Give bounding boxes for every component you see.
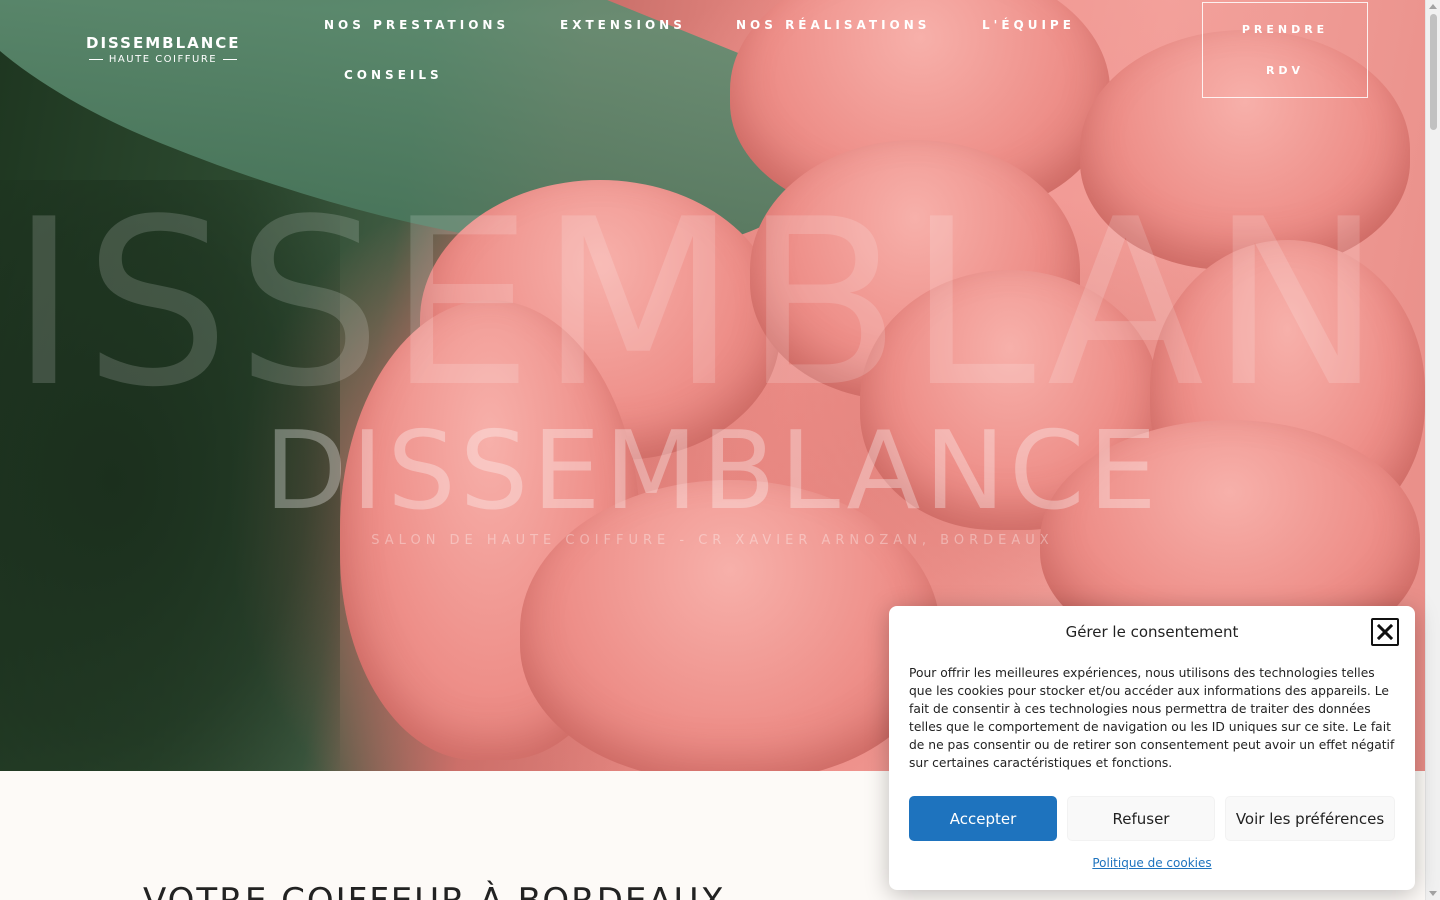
book-appointment-button[interactable]: PRENDRE RDV	[1202, 2, 1368, 98]
nav-item-extensions[interactable]: EXTENSIONS	[560, 18, 686, 32]
nav-item-nos-prestations[interactable]: NOS PRESTATIONS	[324, 18, 509, 32]
scrollbar-thumb[interactable]	[1430, 14, 1437, 130]
close-icon	[1377, 624, 1393, 640]
nav-item-conseils[interactable]: CONSEILS	[344, 68, 443, 82]
refuse-cookies-button[interactable]: Refuser	[1067, 796, 1215, 841]
cookie-consent-dialog: Gérer le consentement Pour offrir les me…	[889, 606, 1415, 890]
hero-title: DISSEMBLANCE	[264, 409, 1161, 534]
book-appointment-label-line1: PRENDRE	[1241, 23, 1329, 36]
logo-main-text: DISSEMBLANCE	[86, 34, 241, 52]
cookie-policy-link[interactable]: Politique de cookies	[889, 856, 1415, 870]
hero-watermark-text: ISSEMBLAN	[10, 171, 1389, 438]
page-scrollbar[interactable]	[1425, 0, 1440, 900]
view-preferences-button[interactable]: Voir les préférences	[1225, 796, 1395, 841]
book-appointment-label-line2: RDV	[1265, 64, 1305, 77]
scroll-down-arrow-icon[interactable]	[1429, 891, 1437, 896]
hero-subtitle: SALON DE HAUTE COIFFURE - CR XAVIER ARNO…	[371, 533, 1054, 548]
logo-sub-text: HAUTE COIFFURE	[86, 54, 240, 65]
section-heading: VOTRE COIFFEUR À BORDEAUX	[143, 884, 726, 900]
accept-cookies-button[interactable]: Accepter	[909, 796, 1057, 841]
site-logo[interactable]: DISSEMBLANCE HAUTE COIFFURE	[86, 34, 240, 65]
scroll-up-arrow-icon[interactable]	[1429, 4, 1437, 9]
nav-item-equipe[interactable]: L'ÉQUIPE	[982, 18, 1075, 32]
nav-item-nos-realisations[interactable]: NOS RÉALISATIONS	[736, 18, 930, 32]
cookie-dialog-text: Pour offrir les meilleures expériences, …	[909, 666, 1395, 770]
close-button[interactable]	[1371, 618, 1399, 646]
cookie-dialog-title: Gérer le consentement	[1065, 623, 1239, 641]
